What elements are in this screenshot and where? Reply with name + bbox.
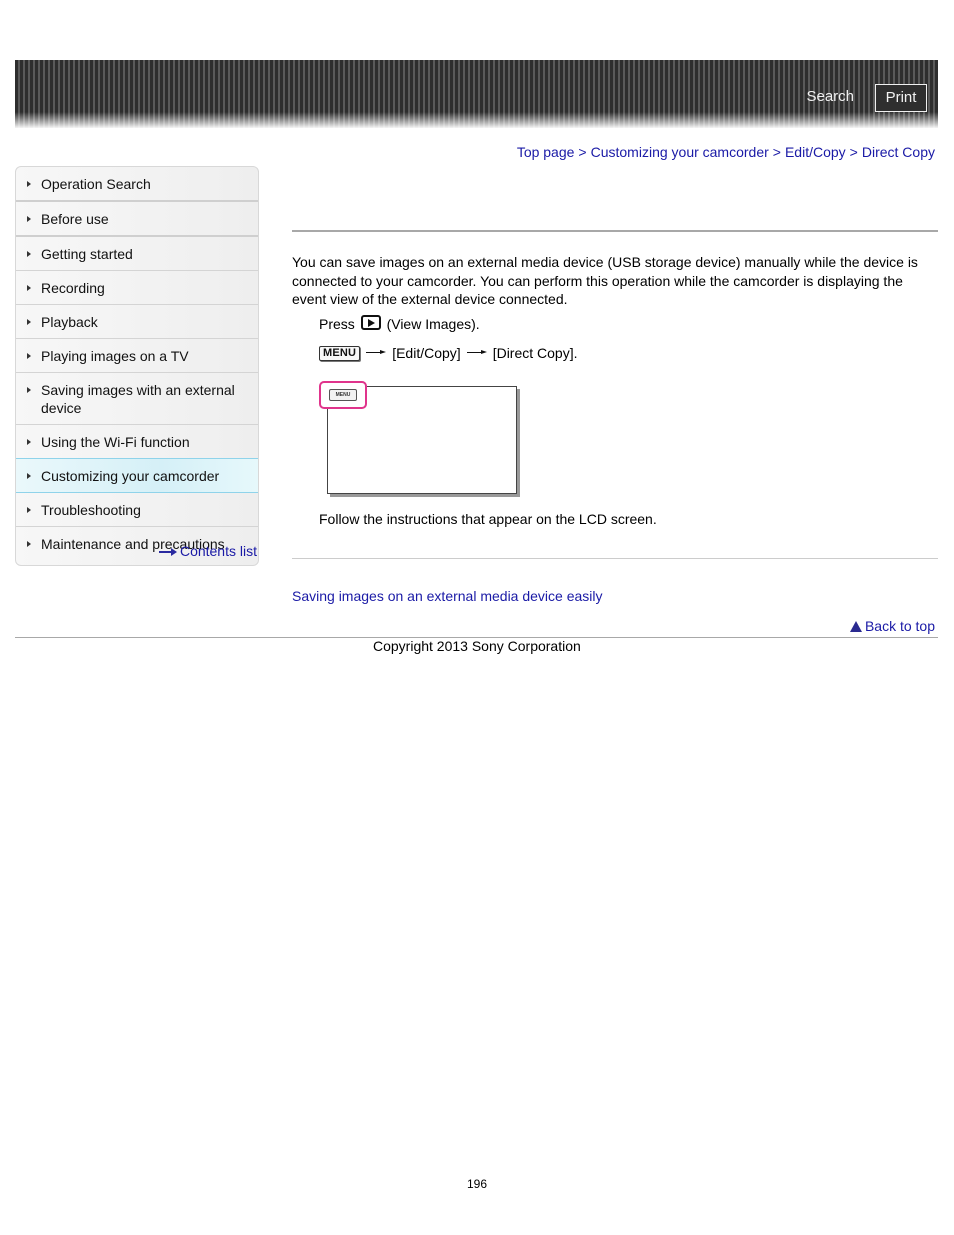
- sidebar-item-label: Playback: [41, 314, 98, 330]
- sidebar-item-label: Before use: [41, 211, 109, 227]
- menu-item-direct-copy: [Direct Copy].: [492, 345, 578, 361]
- search-link[interactable]: Search: [806, 88, 854, 105]
- step-press-view-images: Press (View Images).: [319, 314, 480, 334]
- contents-list-link[interactable]: Contents list: [158, 543, 257, 559]
- breadcrumb-separator: >: [578, 144, 587, 160]
- triangle-right-icon: [27, 473, 31, 479]
- triangle-right-icon: [27, 387, 31, 393]
- sidebar-item-troubleshooting[interactable]: Troubleshooting: [16, 493, 258, 527]
- contents-list-label: Contents list: [179, 543, 257, 559]
- sidebar-item-recording[interactable]: Recording: [16, 271, 258, 305]
- triangle-up-icon: [849, 621, 862, 632]
- triangle-right-icon: [27, 353, 31, 359]
- triangle-right-icon: [27, 181, 31, 187]
- sidebar-item-saving-external[interactable]: Saving images with an external device: [16, 373, 258, 425]
- sidebar-item-customizing[interactable]: Customizing your camcorder: [16, 458, 258, 493]
- divider: [292, 230, 938, 232]
- arrow-right-icon: [158, 548, 177, 557]
- header-bar: Search Print: [15, 60, 938, 128]
- triangle-right-icon: [27, 251, 31, 257]
- arrow-right-icon: [466, 349, 487, 357]
- back-to-top-link[interactable]: Back to top: [849, 618, 935, 634]
- menu-button-icon: MENU: [319, 346, 361, 361]
- sidebar-item-getting-started[interactable]: Getting started: [16, 237, 258, 271]
- breadcrumb-separator: >: [849, 144, 858, 160]
- intro-paragraph: You can save images on an external media…: [292, 254, 918, 307]
- sidebar-item-label: Customizing your camcorder: [41, 468, 220, 484]
- step1-suffix: (View Images).: [386, 316, 480, 332]
- breadcrumb-customizing[interactable]: Customizing your camcorder: [591, 144, 769, 160]
- sidebar-item-before-use[interactable]: Before use: [16, 202, 258, 237]
- step1-prefix: Press: [319, 316, 355, 332]
- triangle-right-icon: [27, 439, 31, 445]
- sidebar-item-label: Playing images on a TV: [41, 348, 189, 364]
- triangle-right-icon: [27, 541, 31, 547]
- breadcrumb-direct-copy[interactable]: Direct Copy: [862, 144, 935, 160]
- sidebar-item-label: Troubleshooting: [41, 502, 141, 518]
- breadcrumb: Top page > Customizing your camcorder > Edit…: [517, 144, 935, 160]
- sidebar-nav: Operation Search Before use Getting star…: [15, 166, 259, 566]
- sidebar-item-operation-search[interactable]: Operation Search: [16, 167, 258, 202]
- sidebar-item-playing-on-tv[interactable]: Playing images on a TV: [16, 339, 258, 373]
- sidebar-item-label: Operation Search: [41, 176, 151, 192]
- print-button[interactable]: Print: [875, 84, 927, 112]
- back-to-top-label: Back to top: [864, 618, 935, 634]
- divider: [292, 558, 938, 559]
- lcd-menu-button-icon: MENU: [329, 389, 357, 401]
- menu-item-edit-copy: [Edit/Copy]: [392, 345, 461, 361]
- view-images-icon: [360, 315, 381, 330]
- sidebar-item-label: Saving images with an external device: [41, 382, 235, 416]
- sidebar-item-wifi[interactable]: Using the Wi-Fi function: [16, 425, 258, 459]
- sidebar-item-playback[interactable]: Playback: [16, 305, 258, 339]
- step-follow-instructions: Follow the instructions that appear on t…: [319, 511, 657, 527]
- sidebar-item-label: Getting started: [41, 246, 133, 262]
- triangle-right-icon: [27, 285, 31, 291]
- triangle-right-icon: [27, 319, 31, 325]
- triangle-right-icon: [27, 507, 31, 513]
- breadcrumb-top-page[interactable]: Top page: [517, 144, 575, 160]
- breadcrumb-separator: >: [772, 144, 781, 160]
- related-topic-link[interactable]: Saving images on an external media devic…: [292, 588, 603, 604]
- step-menu-path: MENU [Edit/Copy] [Direct Copy].: [319, 343, 578, 363]
- copyright-text: Copyright 2013 Sony Corporation: [373, 638, 581, 654]
- sidebar-item-label: Using the Wi-Fi function: [41, 434, 190, 450]
- arrow-right-icon: [366, 349, 387, 357]
- breadcrumb-edit-copy[interactable]: Edit/Copy: [785, 144, 846, 160]
- page-number: 196: [466, 1177, 488, 1191]
- sidebar-item-label: Recording: [41, 280, 105, 296]
- triangle-right-icon: [27, 216, 31, 222]
